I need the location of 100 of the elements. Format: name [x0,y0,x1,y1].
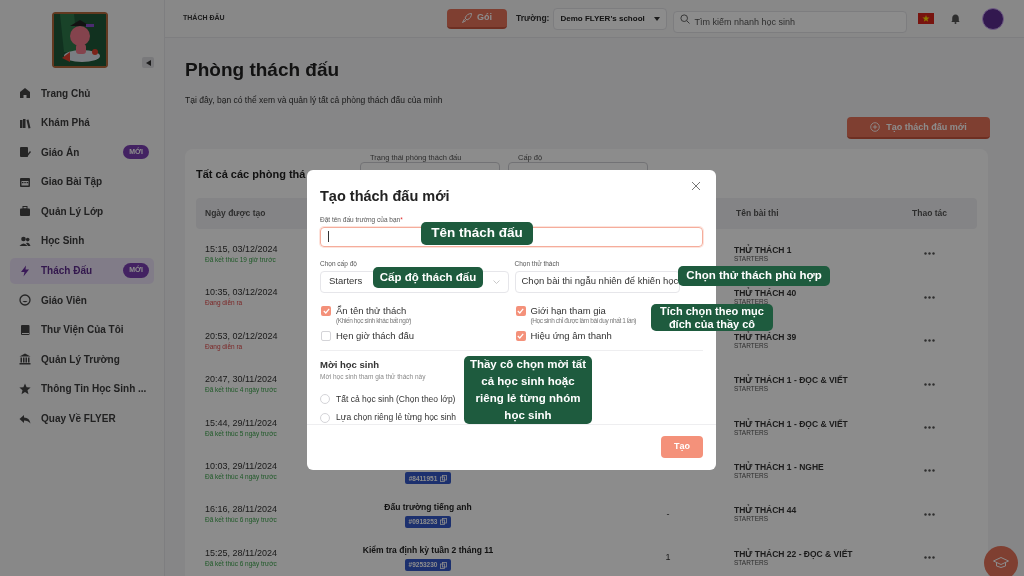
date-text: 10:03, 29/11/2024 [205,460,277,472]
page-title: Phòng thách đấu [185,58,341,82]
sidebar-item[interactable]: Học Sinh [10,227,154,254]
column-header: Tên bài thi [736,207,780,221]
exam-name: THỬ THÁCH 1 - NGHE [734,462,824,472]
bolt-icon [19,264,31,277]
more-icon[interactable] [924,469,935,473]
copy-icon [440,474,448,482]
page-description: Tại đây, bạn có thể xem và quản lý tất cả phòng thách đấu của mình [185,93,444,107]
room-name: Đấu trường tiếng anh [384,501,472,514]
document-icon [19,146,31,159]
close-icon [691,181,701,191]
modal-title: Tạo thách đấu mới [320,187,451,206]
star-icon [19,382,31,395]
copy-icon [440,518,448,526]
exam-name: THỬ THÁCH 40 [734,289,797,299]
sidebar-item[interactable]: Khám Phá [10,109,154,136]
checkbox[interactable] [321,330,331,341]
school-label: Trường: [516,12,550,25]
close-button[interactable] [691,181,701,191]
date-text: 15:44, 29/11/2024 [205,417,277,429]
date-text: 10:35, 03/12/2024 [205,287,278,298]
radio-label: Tất cả học sinh (Chọn theo lớp) [336,392,456,406]
check-icon [517,307,524,314]
smile-icon [19,294,31,307]
collapse-icon [145,59,151,66]
users-icon [19,234,31,247]
search-field[interactable]: Tìm kiếm nhanh học sinh [673,10,908,33]
avatar[interactable] [982,7,1005,30]
column-header: Thao tác [911,207,948,221]
more-icon[interactable] [924,295,935,299]
more-icon[interactable] [924,556,935,560]
count-text: - [665,507,671,521]
flag-icon[interactable] [918,13,935,24]
sidebar-item[interactable]: Thư Viện Của Tôi [10,316,154,343]
sidebar-item[interactable]: Quay Về FLYER [10,405,154,432]
date-text: 16:16, 28/11/2024 [205,504,277,516]
date-text: 20:47, 30/11/2024 [205,374,277,386]
sidebar-item[interactable]: Trang Chủ [10,80,154,106]
radio-label: Lựa chọn riêng lẻ từng học sinh [336,411,457,424]
sidebar-item[interactable]: Giáo Viên [10,287,154,314]
date-text: 15:25, 28/11/2024 [205,547,277,559]
caret-icon [654,16,661,21]
count-text: 1 [664,550,672,564]
exam-name: THỬ THÁCH 39 [734,332,797,342]
reply-arrow-icon [19,412,31,425]
exam-name: THỬ THÁCH 1 - ĐỌC & VIẾT [734,376,848,386]
annotation-callout: Chọn thử thách phù hợp [678,266,830,286]
section-title: Mời học sinh [320,357,379,372]
calendar-icon [19,175,31,188]
room-name: Kiểm tra định kỳ tuần 2 tháng 11 [362,544,494,558]
checkbox[interactable] [515,305,526,316]
checkbox[interactable] [321,305,331,316]
challenge-select[interactable]: Chọn bài thi ngẫu nhiên để khiến học [514,270,680,293]
checkbox[interactable] [515,330,526,341]
option-label: Ẩn tên thử thách [336,304,408,317]
card-title: Tất cả các phòng thá [196,167,307,183]
option-label: Hẹn giờ thách đấu [336,329,415,342]
annotation-callout: Tên thách đấu [421,222,533,245]
chevron-down-icon [492,279,500,284]
exam-name: THỬ THÁCH 22 - ĐỌC & VIẾT [734,549,853,559]
more-icon[interactable] [924,382,935,386]
sidebar-item[interactable]: Quản Lý Trường [10,346,154,373]
more-icon[interactable] [924,426,935,429]
exam-name: THỬ THÁCH 1 - ĐỌC & VIẾT [734,419,848,429]
collapse-button[interactable] [142,57,154,68]
name-input-field[interactable] [320,226,703,247]
option-label: Giới hạn tham gia [530,304,607,317]
bell-icon[interactable] [951,13,961,24]
books-icon [19,116,31,129]
exam-name: THỬ THÁCH 44 [734,506,797,516]
sidebar-item[interactable]: Quản Lý Lớp [10,198,154,225]
copy-icon [440,561,448,569]
annotation-callout: Thầy cô chọn mời tất cả học sinh hoặc riêng lẻ từng nhóm học sinh [464,356,592,424]
search-icon [680,13,691,24]
date-text: 15:15, 03/12/2024 [205,243,278,255]
package-button[interactable]: Gói [447,8,507,29]
text-cursor [328,231,329,243]
annotation-callout: Cấp độ thách đấu [373,267,483,288]
more-icon[interactable] [924,512,935,516]
annotation-callout: Tích chọn theo mục đích của thầy cô [651,304,773,331]
column-header: Ngày được tạo [205,207,266,221]
more-icon[interactable] [924,339,935,343]
briefcase-icon [19,205,31,218]
plus-circle-icon [870,122,881,133]
graduation-cap-icon [993,557,1009,569]
sidebar-item[interactable]: Giao Bài Tập [10,168,154,195]
home-icon [19,87,31,99]
exam-name: THỬ THÁCH 1 [734,245,792,255]
date-text: 20:53, 02/12/2024 [205,330,278,342]
more-icon[interactable] [924,252,935,256]
book-icon [19,323,31,336]
create-challenge-button[interactable]: Tạo thách đấu mới [847,117,990,140]
option-label: Hiệu ứng âm thanh [530,329,612,342]
check-icon [517,332,524,339]
school-select[interactable]: Demo FLYER's school [553,7,668,30]
check-icon [322,307,330,314]
sidebar-item[interactable]: Thông Tin Học Sinh ... [10,375,154,402]
rocket-icon [462,12,472,23]
bank-icon [19,353,31,366]
